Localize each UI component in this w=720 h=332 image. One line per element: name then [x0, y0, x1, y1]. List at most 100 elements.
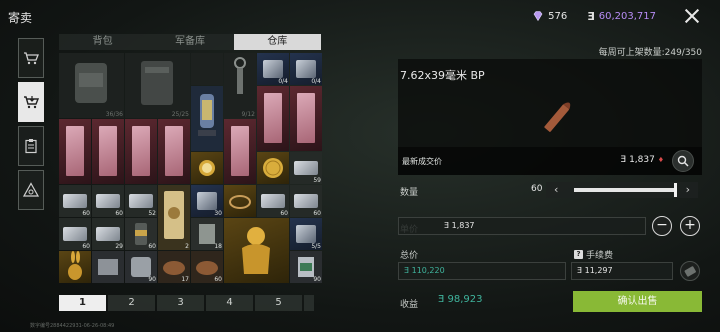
coin-count: 60,203,717 [598, 10, 656, 22]
slot-count: 30 [214, 210, 222, 217]
slot-count: 9/12 [241, 111, 255, 118]
increase-price-button[interactable]: + [680, 216, 700, 236]
search-button[interactable] [672, 150, 694, 172]
inventory-slot-ammo[interactable]: 60 [290, 185, 322, 217]
confirm-sell-button[interactable]: 确认出售 [573, 291, 702, 312]
inventory-slot-case[interactable]: 25/25 [125, 53, 190, 118]
inventory-slot-card[interactable] [158, 119, 190, 184]
close-icon[interactable] [684, 8, 700, 24]
inventory-slot-card[interactable] [224, 119, 256, 184]
inventory-slot-card[interactable] [257, 86, 289, 151]
inventory-slot-rabbit[interactable] [59, 251, 91, 283]
earn-label: 收益 [400, 300, 419, 310]
sidebar-item-records[interactable] [18, 126, 44, 166]
inventory-slot-card[interactable] [125, 119, 157, 184]
inventory-slot-ammo[interactable]: 60 [59, 218, 91, 250]
sell-cart-icon [24, 96, 39, 109]
case-icon [141, 61, 173, 105]
keychain-icon [234, 57, 246, 94]
inventory-slot-ammo[interactable]: 29 [92, 218, 124, 250]
slot-count: 25/25 [171, 111, 189, 118]
search-icon [677, 155, 689, 167]
item-name: 7.62x39毫米 BP [400, 69, 485, 82]
inventory-slot-card[interactable] [290, 86, 322, 151]
inventory-slot[interactable]: 0/4 [290, 53, 322, 85]
quantity-row: 数量 60 ‹ › [398, 182, 702, 198]
quantity-slider[interactable]: ‹ › [546, 182, 698, 198]
quantity-label: 数量 [400, 188, 419, 198]
help-icon[interactable]: ? [574, 250, 583, 259]
page-button-3[interactable]: 3 [157, 295, 204, 311]
inventory-slot-dogfood[interactable]: 2 [158, 185, 190, 250]
slot-count: 5/5 [311, 243, 321, 250]
page-button-1[interactable]: 1 [59, 295, 106, 311]
inventory-slot-bag[interactable]: 90 [125, 251, 157, 283]
inventory-slot[interactable] [191, 53, 223, 85]
unit-price-input[interactable]: Ǝ 1,837 [398, 217, 646, 235]
chevron-right-icon[interactable]: › [686, 182, 690, 198]
page-title: 寄卖 [8, 11, 33, 25]
inventory-slot-ammo[interactable]: 60 [257, 185, 289, 217]
inventory-slot-bread[interactable]: 17 [158, 251, 190, 283]
inventory-slot-watch[interactable] [191, 152, 223, 184]
earn-value: 98,923 [447, 294, 483, 305]
inventory-slot[interactable]: 5/5 [290, 218, 322, 250]
latest-price-number: 1,837 [629, 155, 655, 165]
inventory-slot-ammo[interactable]: 60 [92, 185, 124, 217]
unit-price-value: 1,837 [451, 221, 475, 230]
slot-count: 60 [148, 243, 156, 250]
total-value: 110,220 [411, 266, 445, 275]
cart-icon [24, 52, 39, 65]
gold-statue-icon [242, 227, 270, 274]
inventory-slot-gold-statue[interactable] [224, 218, 289, 283]
earn-value-group: Ǝ 98,923 [438, 294, 483, 305]
slider-track[interactable] [574, 183, 677, 197]
coin-icon: Ǝ [577, 266, 583, 275]
coin-icon: Ǝ [587, 9, 595, 23]
latest-price-bar: 最新成交价 Ǝ 1,837 ♦ [398, 147, 702, 175]
inventory-slot-bread[interactable]: 60 [191, 251, 223, 283]
sidebar-item-buy[interactable] [18, 38, 44, 78]
inventory-slot-can[interactable]: 60 [125, 218, 157, 250]
inventory-slot-rope[interactable] [224, 185, 256, 217]
slot-count: 60 [214, 276, 222, 283]
inventory-slot-coin[interactable] [257, 152, 289, 184]
page-button-5[interactable]: 5 [255, 295, 302, 311]
gem-count: 576 [548, 10, 568, 22]
inventory-slot-card[interactable] [59, 119, 91, 184]
triangle-eye-icon [23, 182, 39, 197]
inventory-slot[interactable]: 0/4 [257, 53, 289, 85]
slider-knob[interactable] [674, 183, 677, 197]
inventory-tabs: 背包 军备库 仓库 [59, 34, 321, 50]
inventory-slot-box[interactable] [92, 251, 124, 283]
decrease-price-button[interactable]: − [652, 216, 672, 236]
sidebar-item-sell[interactable] [18, 82, 44, 122]
gold-coin-icon [263, 158, 283, 178]
fee-card-button[interactable] [680, 261, 700, 281]
inventory-slot-lamp[interactable] [191, 86, 223, 151]
inventory-slot-ammo[interactable]: 60 [59, 185, 91, 217]
fee-value-box: Ǝ 11,297 [571, 262, 673, 280]
slot-count: 0/4 [311, 78, 321, 85]
tab-armory[interactable]: 军备库 [146, 34, 234, 50]
inventory-slot-document[interactable]: 90 [290, 251, 322, 283]
page-button-4[interactable]: 4 [206, 295, 253, 311]
page-button-2[interactable]: 2 [108, 295, 155, 311]
tab-backpack[interactable]: 背包 [59, 34, 147, 50]
left-sidebar [18, 38, 44, 214]
slot-count: 36/36 [105, 111, 123, 118]
tab-warehouse[interactable]: 仓库 [233, 34, 321, 50]
inventory-slot-keychain[interactable]: 9/12 [224, 53, 256, 118]
inventory-slot-backpack[interactable]: 36/36 [59, 53, 124, 118]
inventory-slot-ammo[interactable]: 52 [125, 185, 157, 217]
inventory-slot[interactable]: 30 [191, 185, 223, 217]
inventory-grid: 36/36 25/25 9/12 0/4 0/4 59 60 60 52 2 3… [59, 53, 322, 318]
inventory-slot-card[interactable]: 18 [191, 218, 223, 250]
inventory-slot-card[interactable] [92, 119, 124, 184]
inventory-slot-ammo[interactable]: 59 [290, 152, 322, 184]
inventory-pagination: 1 2 3 4 5 [59, 295, 314, 311]
page-button-more[interactable] [304, 295, 314, 311]
diamond-icon [533, 11, 543, 22]
chevron-left-icon[interactable]: ‹ [554, 182, 558, 198]
sidebar-item-watch[interactable] [18, 170, 44, 210]
